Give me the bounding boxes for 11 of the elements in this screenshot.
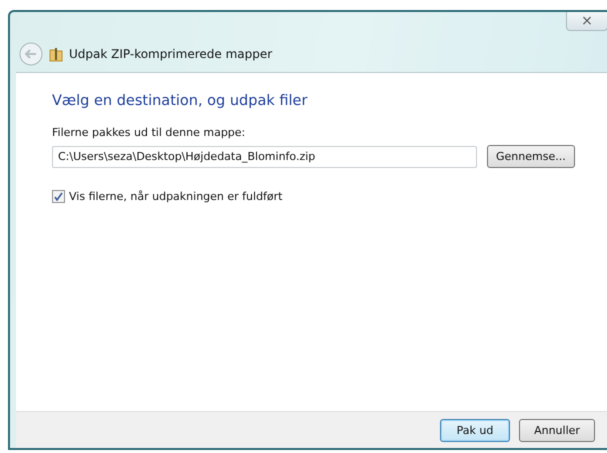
destination-field[interactable]: C:\Users\seza\Desktop\Højdedata_Blominfo.zip: [52, 146, 477, 168]
zip-folder-icon: [49, 46, 63, 62]
window-title: Udpak ZIP-komprimerede mapper: [69, 47, 272, 61]
field-label: Filerne pakkes ud til denne mappe:: [52, 126, 246, 139]
cancel-button[interactable]: Annuller: [519, 418, 595, 442]
checkbox[interactable]: [52, 190, 65, 203]
checkbox-label: Vis filerne, når udpakningen er fuldført: [69, 190, 282, 203]
extract-button[interactable]: Pak ud: [440, 418, 510, 442]
browse-button[interactable]: Gennemse...: [487, 145, 575, 168]
close-button[interactable]: ×: [566, 12, 607, 31]
page-heading: Vælg en destination, og udpak filer: [52, 93, 308, 109]
